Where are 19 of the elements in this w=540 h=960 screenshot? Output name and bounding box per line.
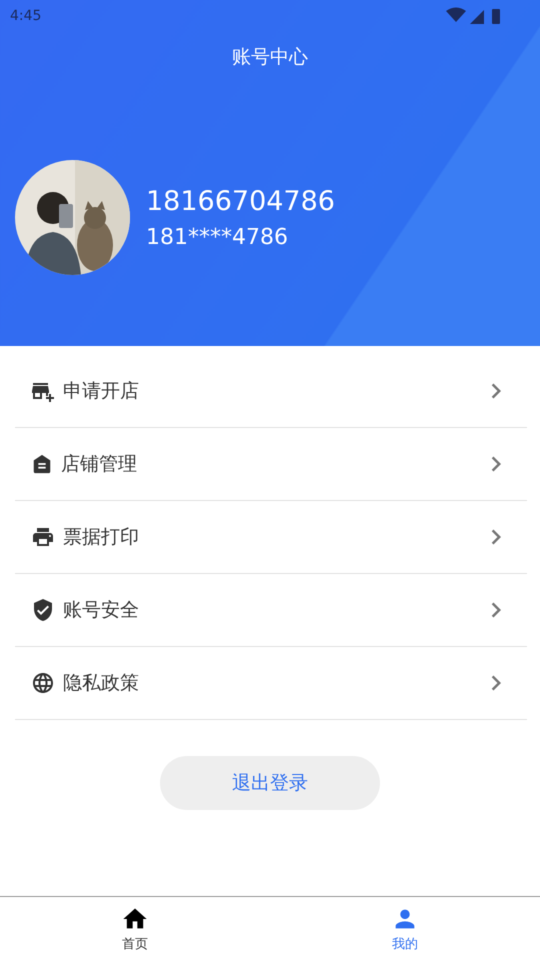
menu-item[interactable]: 账号安全 — [15, 574, 527, 647]
badge-icon — [31, 453, 53, 475]
printer-icon — [31, 525, 55, 549]
globe-icon — [31, 671, 55, 695]
menu-item[interactable]: 店铺管理 — [15, 428, 527, 501]
shield-check-icon — [31, 598, 55, 622]
battery-icon — [492, 9, 500, 24]
phone-number: 181****4786 — [146, 224, 289, 250]
menu-item[interactable]: 隐私政策 — [15, 647, 527, 720]
page-title: 账号中心 — [231, 45, 309, 70]
logout-button[interactable]: 退出登录 — [160, 756, 380, 810]
menu-item[interactable]: 申请开店 — [15, 355, 527, 428]
account-name: 18166704786 — [146, 186, 335, 216]
wifi-icon — [446, 8, 466, 22]
menu-item[interactable]: 票据打印 — [15, 501, 527, 574]
tab[interactable]: 首页 — [0, 897, 270, 960]
tab[interactable]: 我的 — [270, 897, 540, 960]
status-time: 4:45 — [10, 8, 42, 24]
signal-icon — [470, 10, 484, 24]
